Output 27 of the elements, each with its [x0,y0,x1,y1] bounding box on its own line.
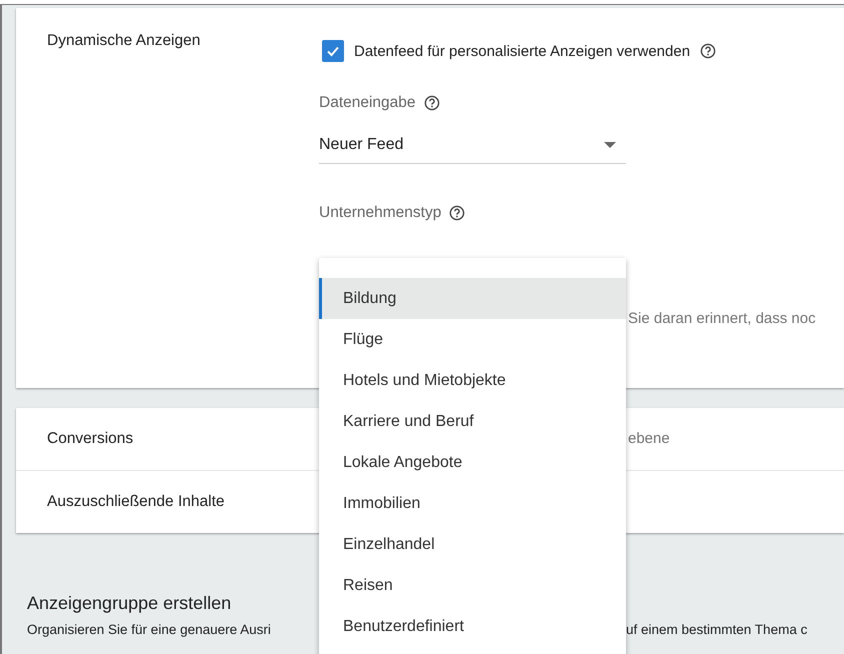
menu-item[interactable]: Lokale Angebote [319,442,626,483]
menu-item[interactable]: Reisen [319,565,626,606]
description-text: uf einem bestimmten Thema c [626,622,808,637]
menu-item[interactable]: Bildung [319,278,626,319]
menu-item[interactable]: Benutzerdefiniert [319,606,626,647]
check-icon [326,44,340,58]
help-icon[interactable] [424,95,440,111]
section-heading: Anzeigengruppe erstellen [27,593,232,614]
menu-item[interactable]: Einzelhandel [319,524,626,565]
menu-item[interactable]: Karriere und Beruf [319,401,626,442]
select-field[interactable]: Neuer Feed [319,126,626,164]
help-icon[interactable] [449,205,466,221]
section-label: Dynamische Anzeigen [47,32,202,50]
menu-item[interactable]: Flüge [319,319,626,360]
row-label: Auszuschließende Inhalte [47,493,225,510]
checkbox-label: Datenfeed für personalisierte Anzeigen verwenden [354,42,690,60]
field-label: Unternehmenstyp [319,204,442,222]
hint-text: Sie daran erinnert, dass noc [628,310,816,327]
caret-icon [604,142,616,148]
help-icon[interactable] [700,43,716,59]
row-label: Conversions [47,430,134,447]
description-text: Organisieren Sie für eine genauere Ausri [27,622,272,637]
menu-item[interactable]: Hotels und Mietobjekte [319,360,626,401]
checkbox[interactable] [322,40,344,62]
menu-item[interactable]: Immobilien [319,483,626,524]
field-label: Dateneingabe [319,94,416,112]
row-value: ebene [628,430,670,447]
